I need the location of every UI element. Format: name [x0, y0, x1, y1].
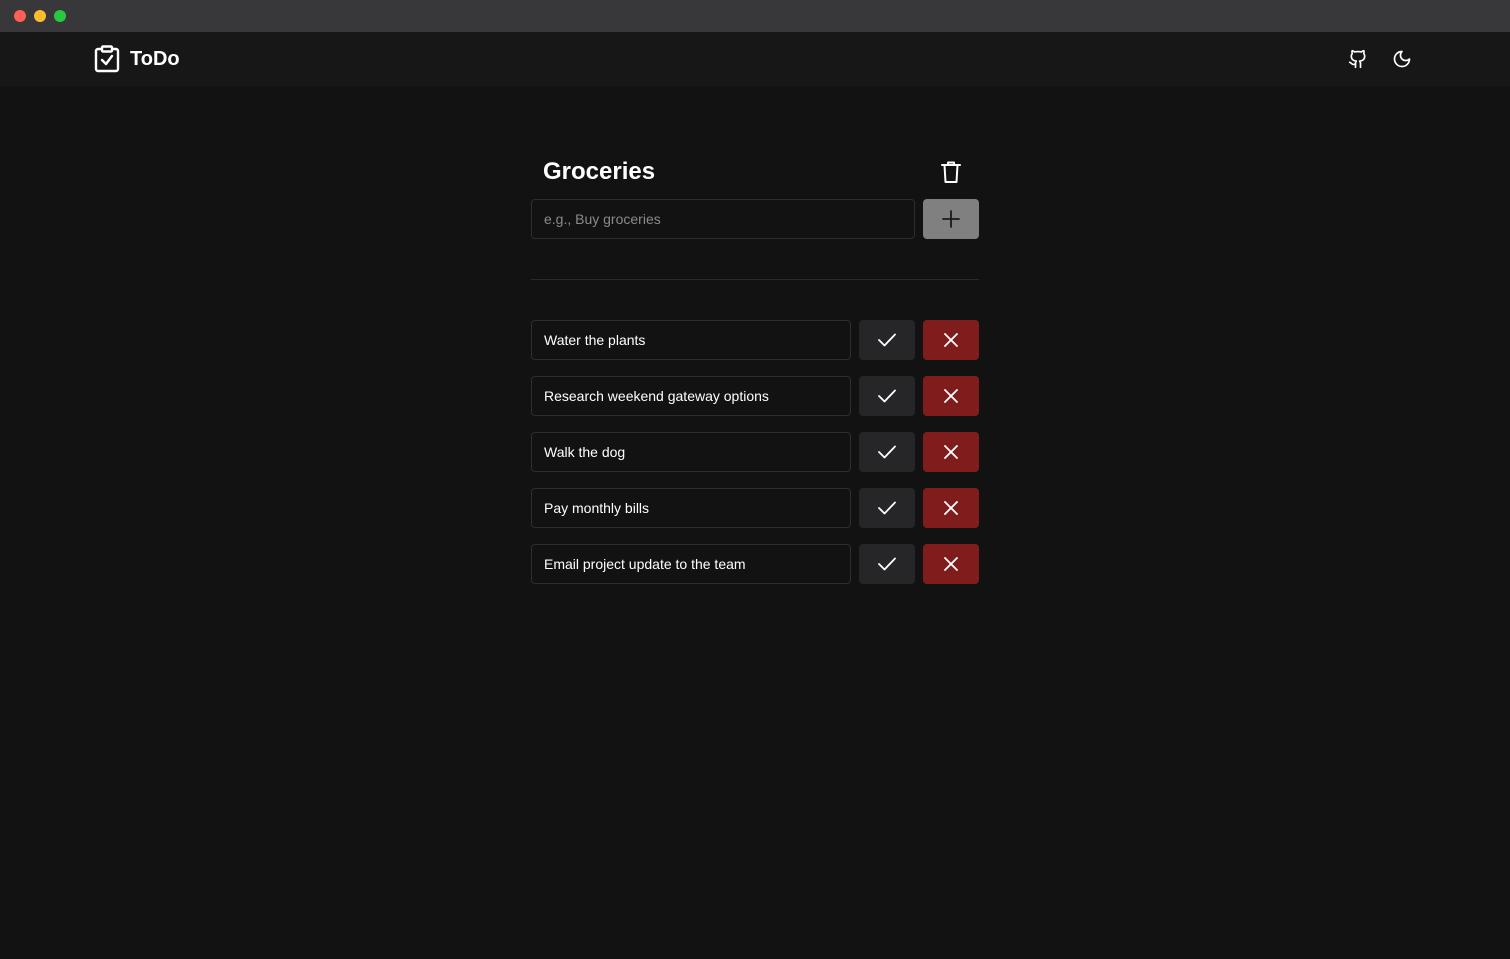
add-task-button[interactable]	[923, 199, 979, 239]
x-icon	[942, 331, 960, 349]
github-link[interactable]	[1345, 46, 1371, 72]
delete-list-button[interactable]	[935, 156, 967, 188]
complete-task-button[interactable]	[859, 544, 915, 584]
todo-list-panel: Groceries Water the plants	[531, 86, 979, 584]
plus-icon	[941, 209, 961, 229]
check-icon	[877, 444, 897, 460]
task-row: Pay monthly bills	[531, 488, 979, 528]
task-list: Water the plants Research weekend gatewa…	[531, 320, 979, 600]
task-text[interactable]: Water the plants	[531, 320, 851, 360]
remove-task-button[interactable]	[923, 320, 979, 360]
divider	[531, 279, 979, 280]
complete-task-button[interactable]	[859, 320, 915, 360]
navbar: ToDo	[0, 32, 1510, 86]
moon-icon	[1392, 49, 1412, 69]
remove-task-button[interactable]	[923, 544, 979, 584]
remove-task-button[interactable]	[923, 488, 979, 528]
complete-task-button[interactable]	[859, 488, 915, 528]
check-icon	[877, 556, 897, 572]
task-row: Water the plants	[531, 320, 979, 360]
x-icon	[942, 387, 960, 405]
check-icon	[877, 388, 897, 404]
task-text[interactable]: Email project update to the team	[531, 544, 851, 584]
window-close-button[interactable]	[14, 10, 26, 22]
task-row: Email project update to the team	[531, 544, 979, 584]
task-row: Walk the dog	[531, 432, 979, 472]
task-text[interactable]: Walk the dog	[531, 432, 851, 472]
theme-toggle-button[interactable]	[1389, 46, 1415, 72]
x-icon	[942, 443, 960, 461]
remove-task-button[interactable]	[923, 376, 979, 416]
window-maximize-button[interactable]	[54, 10, 66, 22]
list-title: Groceries	[543, 158, 656, 185]
x-icon	[942, 555, 960, 573]
complete-task-button[interactable]	[859, 376, 915, 416]
remove-task-button[interactable]	[923, 432, 979, 472]
window-titlebar	[0, 0, 1510, 32]
add-task-form	[531, 199, 979, 239]
brand[interactable]: ToDo	[94, 44, 180, 74]
check-icon	[877, 500, 897, 516]
github-icon	[1348, 49, 1368, 69]
task-text[interactable]: Pay monthly bills	[531, 488, 851, 528]
app-title: ToDo	[130, 47, 180, 70]
new-task-input[interactable]	[531, 199, 915, 239]
list-header: Groceries	[531, 86, 979, 199]
clipboard-check-icon	[94, 45, 120, 73]
x-icon	[942, 499, 960, 517]
check-icon	[877, 332, 897, 348]
complete-task-button[interactable]	[859, 432, 915, 472]
task-text[interactable]: Research weekend gateway options	[531, 376, 851, 416]
task-row: Research weekend gateway options	[531, 376, 979, 416]
window-minimize-button[interactable]	[34, 10, 46, 22]
trash-icon	[940, 160, 962, 184]
